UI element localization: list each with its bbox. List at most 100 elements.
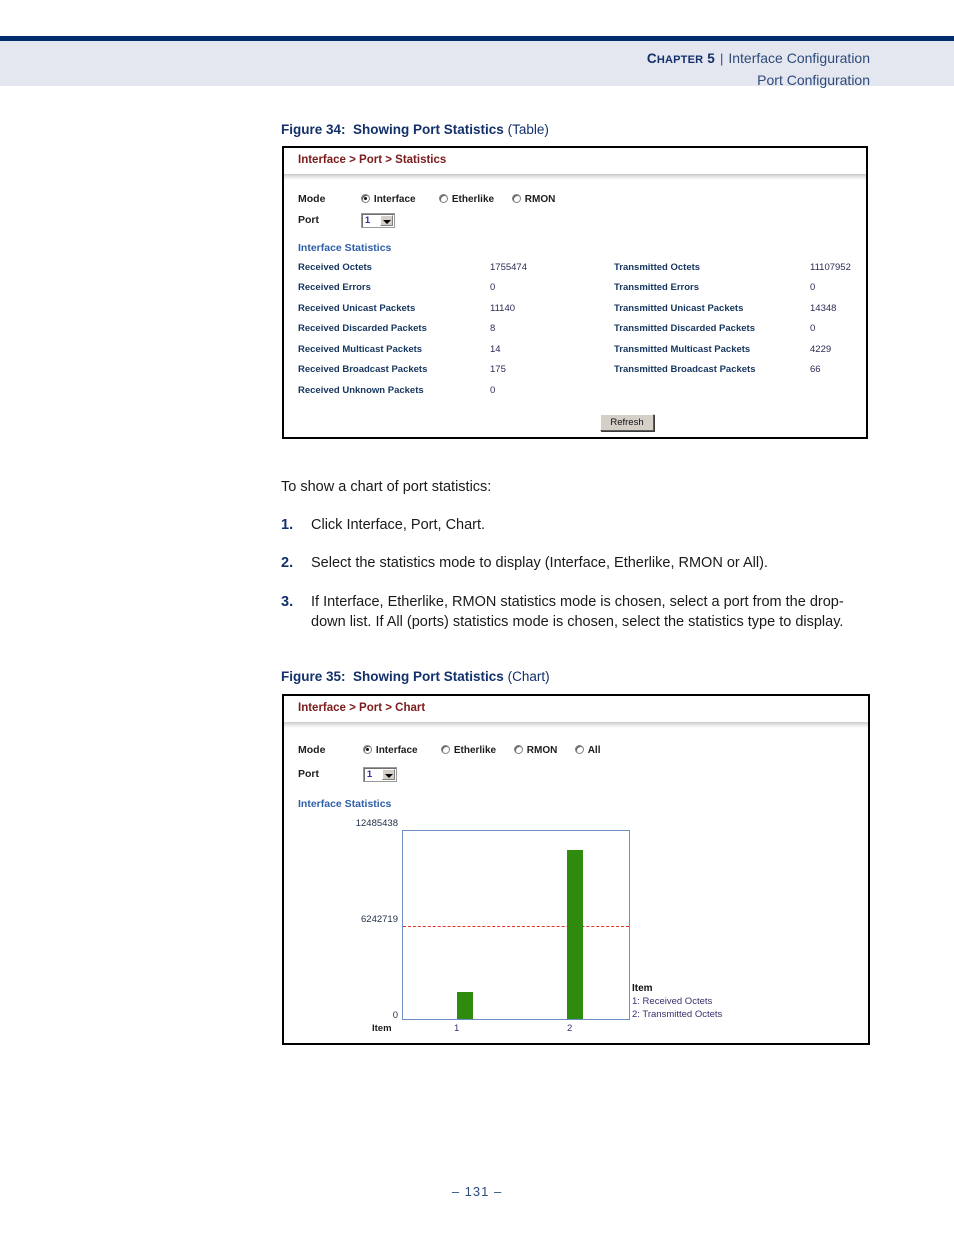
stat-value-received-broadcast: 175 (490, 364, 506, 375)
chapter-label: CHAPTER 5 (646, 51, 715, 66)
chart-plot-area (402, 830, 630, 1020)
step-2-text: Select the statistics mode to display (I… (311, 555, 768, 571)
stat-label-transmitted-discarded: Transmitted Discarded Packets (614, 323, 755, 334)
radio-etherlike-chart-icon[interactable] (440, 745, 450, 754)
port-select[interactable]: 1 (360, 213, 395, 228)
stat-value-received-multicast: 14 (490, 344, 501, 355)
radio-rmon-icon[interactable] (511, 194, 521, 203)
stat-label-received-multicast: Received Multicast Packets (298, 344, 423, 355)
port-select-chart-value: 1 (366, 769, 373, 780)
stat-value-transmitted-unicast: 14348 (810, 303, 837, 314)
legend-item-1: 1: Received Octets (632, 996, 713, 1007)
manual-page: { "header": { "chapter_prefix": "C", "ch… (0, 0, 954, 1235)
figure-35-variant: (Chart) (507, 669, 550, 684)
stat-label-received-discarded: Received Discarded Packets (298, 323, 427, 334)
header-text-block: CHAPTER 5 | Interface Configuration Port C… (647, 48, 870, 90)
instruction-step-1: 1. Click Interface, Port, Chart. (281, 515, 881, 535)
chapter-title: Interface Configuration (728, 50, 870, 66)
figure-35-title: Showing Port Statistics (353, 669, 504, 684)
x-tick-1: 1 (454, 1023, 460, 1034)
legend-item-2: 2: Transmitted Octets (632, 1009, 723, 1020)
stat-label-transmitted-multicast: Transmitted Multicast Packets (614, 344, 751, 355)
stat-label-received-errors: Received Errors (298, 282, 371, 293)
port-label: Port (298, 214, 319, 227)
stat-label-received-unicast: Received Unicast Packets (298, 303, 416, 314)
x-tick-2: 2 (567, 1023, 573, 1034)
chart-mode-option-interface[interactable]: Interface (362, 744, 438, 756)
stat-value-received-errors: 0 (490, 282, 496, 293)
chart-mode-option-rmon-label: RMON (526, 745, 558, 756)
stat-value-received-octets: 1755474 (490, 262, 527, 273)
panel-divider (284, 174, 866, 180)
step-3-text: If Interface, Etherlike, RMON statistics… (311, 594, 844, 630)
chart-mode-option-all[interactable]: All (574, 744, 601, 756)
mode-option-interface[interactable]: Interface (360, 193, 436, 205)
stat-value-received-unknown: 0 (490, 385, 496, 396)
panel-breadcrumb-statistics: Interface > Port > Statistics (298, 154, 447, 166)
stat-label-transmitted-octets: Transmitted Octets (614, 262, 701, 273)
header-separator: | (719, 51, 724, 66)
step-2-number: 2. (281, 555, 294, 571)
stat-label-received-octets: Received Octets (298, 262, 372, 273)
stat-label-received-unknown: Received Unknown Packets (298, 385, 424, 396)
port-select-chart[interactable]: 1 (362, 767, 397, 782)
radio-interface-chart-icon[interactable] (362, 745, 372, 754)
stat-value-transmitted-octets: 11107952 (810, 262, 851, 273)
mode-label-chart: Mode (298, 744, 326, 756)
stat-label-transmitted-errors: Transmitted Errors (614, 282, 699, 293)
figure-34-variant: (Table) (507, 122, 549, 137)
chart-bar-item-1 (457, 992, 473, 1019)
stat-value-transmitted-errors: 0 (810, 282, 816, 293)
radio-all-chart-icon[interactable] (574, 745, 584, 754)
legend-title: Item (632, 983, 653, 994)
chart-mode-option-interface-label: Interface (375, 745, 418, 756)
chart-mode-option-rmon[interactable]: RMON (513, 744, 572, 756)
chart-legend: Item 1: Received Octets 2: Transmitted O… (632, 983, 722, 1020)
instruction-step-2: 2. Select the statistics mode to display… (281, 553, 891, 573)
y-tick-min: 0 (392, 1010, 398, 1021)
mode-option-etherlike-label: Etherlike (451, 194, 495, 205)
figure-34-title: Showing Port Statistics (353, 122, 504, 137)
x-axis-label: Item (372, 1023, 392, 1034)
stat-value-received-unicast: 11140 (490, 303, 516, 314)
chart-mode-option-etherlike[interactable]: Etherlike (440, 744, 511, 756)
instructions-intro: To show a chart of port statistics: (281, 479, 492, 495)
port-statistics-table-screenshot: Interface > Port > Statistics Mode Inter… (282, 146, 868, 439)
chart-mode-option-all-label: All (587, 745, 601, 756)
port-label-chart: Port (298, 768, 319, 781)
chevron-down-icon[interactable] (379, 215, 393, 226)
port-statistics-chart-screenshot: Interface > Port > Chart Mode Interface … (282, 694, 870, 1045)
chart-mode-option-etherlike-label: Etherlike (453, 745, 497, 756)
radio-rmon-chart-icon[interactable] (513, 745, 523, 754)
mode-label: Mode (298, 193, 326, 205)
mode-option-rmon[interactable]: RMON (511, 193, 555, 205)
stat-label-transmitted-broadcast: Transmitted Broadcast Packets (614, 364, 756, 375)
page-header: CHAPTER 5 | Interface Configuration Port C… (0, 36, 954, 88)
stat-label-transmitted-unicast: Transmitted Unicast Packets (614, 303, 744, 314)
mode-row-chart: Mode Interface Etherlike RMON All (298, 744, 600, 756)
stat-value-transmitted-discarded: 0 (810, 323, 816, 334)
mode-option-etherlike[interactable]: Etherlike (438, 193, 509, 205)
figure-35-label: Figure 35: (281, 669, 346, 684)
step-1-text: Click Interface, Port, Chart. (311, 517, 486, 533)
stat-value-transmitted-broadcast: 66 (810, 364, 821, 375)
mode-option-interface-label: Interface (373, 194, 416, 205)
radio-interface-icon[interactable] (360, 194, 370, 203)
stat-value-received-discarded: 8 (490, 323, 496, 334)
y-tick-mid: 6242719 (361, 914, 398, 925)
page-number-footer: – 131 – (451, 1184, 503, 1199)
radio-etherlike-icon[interactable] (438, 194, 448, 203)
instruction-step-3: 3. If Interface, Etherlike, RMON statist… (281, 592, 851, 632)
refresh-button[interactable]: Refresh (600, 414, 654, 431)
header-line-chapter: CHAPTER 5 | Interface Configuration (647, 48, 870, 70)
port-row-statistics: Port 1 (298, 213, 395, 228)
mode-radio-group[interactable]: Interface Etherlike RMON (360, 193, 555, 205)
port-row-chart: Port 1 (298, 767, 397, 782)
port-select-value: 1 (364, 215, 371, 226)
chart-gridline-mid (403, 926, 629, 927)
step-1-number: 1. (281, 517, 294, 533)
chevron-down-chart-icon[interactable] (381, 769, 395, 780)
section-subtitle: Port Configuration (757, 72, 870, 88)
mode-radio-group-chart[interactable]: Interface Etherlike RMON All (362, 744, 601, 756)
panel-divider-chart (284, 722, 868, 728)
